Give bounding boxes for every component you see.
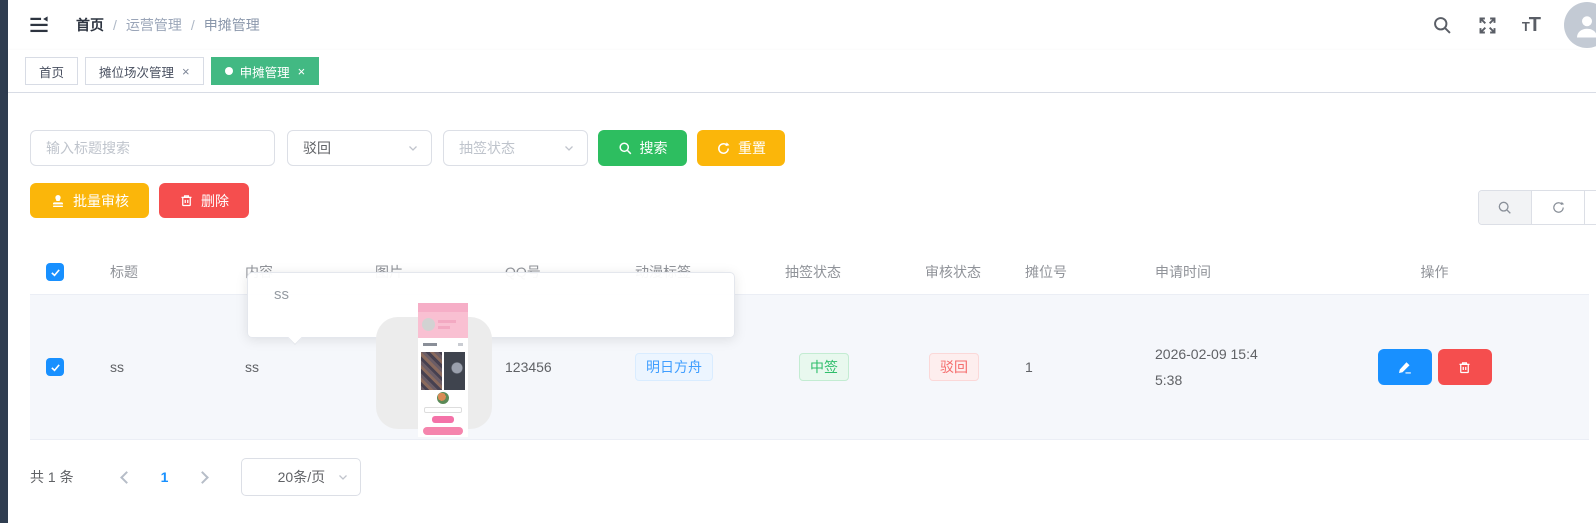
active-tab-dot [225, 67, 233, 75]
tab-close-icon[interactable]: × [298, 65, 306, 78]
header-search-icon[interactable] [1432, 15, 1453, 36]
chevron-down-icon [407, 142, 419, 154]
tab-label: 首页 [39, 62, 64, 81]
fullscreen-icon[interactable] [1477, 15, 1498, 36]
row-image-preview[interactable] [418, 303, 468, 437]
main-content: 驳回 抽签状态 搜索 重置 批量审核 [8, 93, 1596, 523]
audit-status-select[interactable]: 驳回 [287, 130, 432, 166]
reset-button[interactable]: 重置 [697, 130, 785, 166]
select-placeholder: 抽签状态 [459, 138, 563, 158]
table-refresh-button[interactable] [1532, 191, 1585, 224]
edit-pencil-icon [1397, 359, 1413, 375]
page-size-value: 20条/页 [278, 467, 325, 487]
table-toolbar [1478, 190, 1596, 225]
breadcrumb-separator: / [191, 17, 195, 33]
select-all-checkbox[interactable] [46, 263, 64, 281]
trash-icon [1457, 360, 1472, 375]
text-size-icon[interactable]: TT [1522, 14, 1540, 37]
lottery-status-badge: 中签 [799, 353, 849, 381]
row-delete-button[interactable] [1438, 349, 1492, 385]
hamburger-icon[interactable] [28, 14, 50, 36]
tab-booth-application-management[interactable]: 申摊管理 × [211, 57, 320, 85]
top-navbar: 首页 / 运营管理 / 申摊管理 TT [8, 0, 1596, 50]
lottery-status-select[interactable]: 抽签状态 [443, 130, 588, 166]
pagination-total: 共 1 条 [30, 467, 74, 487]
header-apply-time: 申请时间 [1145, 262, 1280, 282]
cell-qq: 123456 [495, 359, 625, 375]
cell-content: ss [235, 359, 365, 375]
header-title: 标题 [95, 262, 235, 282]
tab-booth-session-management[interactable]: 摊位场次管理 × [85, 57, 204, 85]
breadcrumb-current: 申摊管理 [204, 15, 260, 35]
row-checkbox[interactable] [46, 358, 64, 376]
prev-page-icon[interactable] [120, 471, 133, 484]
refresh-icon [716, 141, 731, 156]
check-icon [49, 266, 62, 279]
next-page-icon[interactable] [197, 471, 210, 484]
delete-button[interactable]: 删除 [159, 183, 249, 218]
breadcrumb-operations[interactable]: 运营管理 [126, 15, 182, 35]
tab-label: 申摊管理 [240, 62, 290, 81]
app-window: 首页 / 运营管理 / 申摊管理 TT [0, 0, 1596, 523]
audit-status-badge: 驳回 [929, 353, 979, 381]
select-value: 驳回 [303, 138, 407, 158]
header-audit-status: 审核状态 [915, 262, 1015, 282]
batch-audit-button[interactable]: 批量审核 [30, 183, 149, 218]
chevron-down-icon [563, 142, 575, 154]
tags-view-bar: 首页 摊位场次管理 × 申摊管理 × [8, 50, 1596, 93]
check-icon [49, 361, 62, 374]
page-number-1[interactable]: 1 [161, 469, 169, 485]
tab-close-icon[interactable]: × [182, 65, 190, 78]
header-operations: 操作 [1280, 262, 1589, 282]
anime-tag-badge: 明日方舟 [635, 353, 713, 381]
page-size-select[interactable]: 20条/页 [241, 458, 361, 496]
pagination: 共 1 条 1 20条/页 [30, 457, 361, 497]
search-button[interactable]: 搜索 [598, 130, 687, 166]
content-tooltip-popover: ss [247, 272, 735, 338]
header-booth-no: 摊位号 [1015, 262, 1145, 282]
trash-icon [179, 193, 194, 208]
stamp-icon [50, 193, 66, 209]
breadcrumb-home[interactable]: 首页 [76, 15, 104, 35]
table-search-toggle-button[interactable] [1479, 191, 1532, 224]
popover-text: ss [274, 286, 289, 303]
search-icon [618, 141, 633, 156]
tab-label: 摊位场次管理 [99, 62, 174, 81]
header-lottery-status: 抽签状态 [775, 262, 915, 282]
collapsed-sidebar [0, 0, 8, 523]
cell-title: ss [95, 359, 235, 375]
breadcrumb-separator: / [113, 17, 117, 33]
refresh-icon [1551, 200, 1566, 215]
cell-apply-time: 2026-02-09 15:45:38 [1155, 341, 1267, 393]
table-settings-button[interactable] [1585, 191, 1596, 224]
row-edit-button[interactable] [1378, 349, 1432, 385]
cell-booth-no: 1 [1015, 359, 1145, 375]
breadcrumb: 首页 / 运营管理 / 申摊管理 [76, 15, 260, 35]
search-icon [1497, 200, 1513, 216]
user-avatar[interactable] [1564, 2, 1596, 48]
title-search-input[interactable] [30, 130, 275, 166]
chevron-down-icon [337, 471, 349, 483]
tab-home[interactable]: 首页 [25, 57, 78, 85]
navbar-right-tools: TT [1432, 2, 1596, 48]
